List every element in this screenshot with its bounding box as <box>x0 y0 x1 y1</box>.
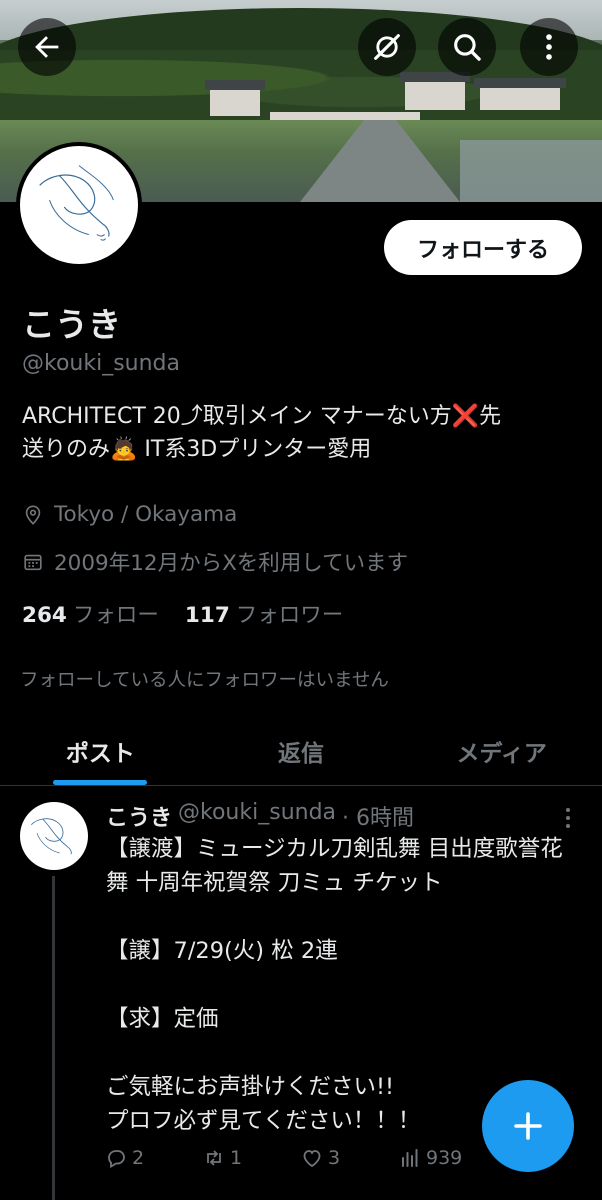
location-pin-icon <box>25 504 41 525</box>
profile-bio: ARCHITECT 20⤴取引メイン マナーない方❌先 送りのみ🙇 IT系3Dプ… <box>22 400 592 466</box>
bio-line: ARCHITECT 20⤴取引メイン マナーない方❌先 <box>22 404 502 429</box>
post-header: こうき @kouki_sunda · 6時間 <box>106 800 414 832</box>
post-avatar[interactable] <box>20 802 88 870</box>
avatar-sketch-image <box>31 818 72 855</box>
tab-media[interactable]: メディア <box>401 716 602 785</box>
post-author-handle[interactable]: @kouki_sunda <box>178 800 336 832</box>
grok-button[interactable] <box>358 18 416 76</box>
views-button[interactable]: 939 <box>398 1146 496 1170</box>
plus-icon <box>514 1112 542 1140</box>
follow-counts: 264 フォロー 117 フォロワー <box>22 598 343 629</box>
views-count: 939 <box>426 1147 463 1169</box>
tab-label: ポスト <box>65 740 135 767</box>
profile-avatar[interactable] <box>16 142 142 268</box>
heart-icon <box>303 1150 321 1168</box>
calendar-icon <box>24 554 42 570</box>
avatar-sketch-image <box>39 165 114 241</box>
banner-house <box>405 80 465 110</box>
profile-name: こうき <box>22 305 121 344</box>
search-button[interactable] <box>438 18 496 76</box>
followers-link[interactable]: 117 フォロワー <box>185 598 343 629</box>
profile-location: Tokyo / Okayama <box>22 502 237 527</box>
follow-button[interactable]: フォローする <box>384 220 582 275</box>
tab-label: 返信 <box>278 740 324 767</box>
banner-fence <box>270 112 420 120</box>
repost-icon <box>207 1150 221 1166</box>
search-icon <box>454 34 481 61</box>
banner-house <box>480 86 560 110</box>
joined-text: 2009年12月からXを利用しています <box>54 551 409 576</box>
banner-house <box>210 88 260 116</box>
grok-icon <box>374 34 400 60</box>
bio-line: 送りのみ🙇 IT系3Dプリンター愛用 <box>22 437 372 462</box>
active-tab-indicator <box>53 780 148 785</box>
followers-count: 117 <box>184 603 230 628</box>
location-text: Tokyo / Okayama <box>54 502 238 527</box>
arrow-left-icon <box>35 36 59 58</box>
following-label: フォロー <box>72 603 159 628</box>
like-button[interactable]: 3 <box>300 1146 398 1170</box>
profile-handle: @kouki_sunda <box>22 351 181 376</box>
banner-roof <box>205 80 265 90</box>
post-more-icon[interactable] <box>556 804 580 832</box>
profile-joined: 2009年12月からXを利用しています <box>22 546 408 577</box>
tab-label: メディア <box>456 740 547 767</box>
banner-roof <box>474 78 566 88</box>
repost-count: 1 <box>230 1147 243 1169</box>
back-button[interactable] <box>18 18 76 76</box>
more-vertical-icon <box>546 34 552 60</box>
repost-button[interactable]: 1 <box>202 1146 300 1170</box>
profile-tabs: ポスト 返信 メディア <box>0 716 602 786</box>
like-count: 3 <box>328 1147 341 1169</box>
post-time: · 6時間 <box>342 806 415 831</box>
following-count: 264 <box>22 603 67 628</box>
reply-icon <box>108 1150 125 1169</box>
followers-label: フォロワー <box>235 603 344 628</box>
followers-you-know-text: フォローしている人にフォロワーはいません <box>20 670 389 691</box>
views-icon <box>402 1149 418 1167</box>
compose-button[interactable] <box>482 1080 574 1172</box>
banner-water <box>460 140 602 202</box>
reply-button[interactable]: 2 <box>104 1146 202 1170</box>
tab-replies[interactable]: 返信 <box>201 716 402 785</box>
following-link[interactable]: 264 フォロー <box>22 598 159 629</box>
tab-posts[interactable]: ポスト <box>0 716 201 785</box>
reply-count: 2 <box>132 1147 145 1169</box>
thread-line <box>52 876 55 1200</box>
post-author-name[interactable]: こうき <box>106 800 172 832</box>
more-button[interactable] <box>520 18 578 76</box>
